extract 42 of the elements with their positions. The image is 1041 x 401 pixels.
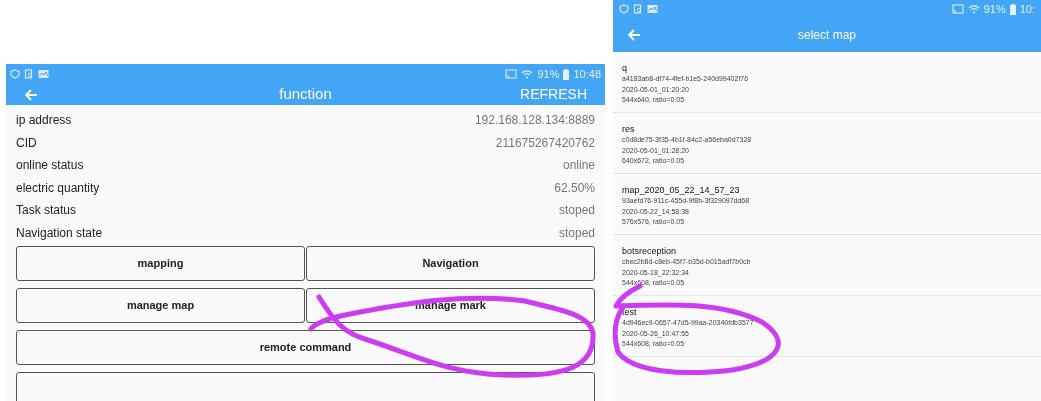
back-arrow-icon[interactable] xyxy=(24,87,38,102)
cast-icon xyxy=(505,69,518,79)
info-value: 62.50% xyxy=(554,179,595,197)
image-icon xyxy=(647,4,658,14)
map-name: q xyxy=(622,62,627,74)
function-button[interactable]: manage map xyxy=(16,288,305,323)
shield-icon xyxy=(10,69,20,79)
document-search-icon xyxy=(633,4,643,14)
info-label: Task status xyxy=(16,202,77,220)
back-arrow-icon[interactable] xyxy=(627,28,641,42)
clock-time: 10:48 xyxy=(573,66,601,82)
map-name: botsreception xyxy=(622,245,677,257)
image-icon xyxy=(38,69,49,79)
info-label: Navigation state xyxy=(16,224,103,242)
battery-icon xyxy=(1009,3,1016,15)
battery-percent: 91% xyxy=(537,66,560,82)
info-value: stoped xyxy=(558,202,595,220)
cast-icon xyxy=(951,4,964,14)
document-search-icon xyxy=(24,69,34,79)
battery-icon xyxy=(563,68,570,80)
info-label: ip address xyxy=(16,112,72,130)
screen-title: function xyxy=(279,84,332,105)
info-label: CID xyxy=(16,134,37,152)
function-button[interactable]: mapping xyxy=(16,246,305,281)
info-label: online status xyxy=(16,157,84,175)
info-value: 211675267420762 xyxy=(495,134,595,152)
clock-time: 10: xyxy=(1019,1,1035,17)
info-label: electric quantity xyxy=(16,179,100,197)
map-name: res xyxy=(622,123,635,135)
info-value: stoped xyxy=(558,224,595,242)
info-value: 192.168.128.134:8889 xyxy=(474,112,595,130)
function-button[interactable]: remote command xyxy=(16,330,595,365)
partial-button[interactable] xyxy=(16,372,595,401)
map-name: test xyxy=(622,306,637,318)
info-value: online xyxy=(562,157,595,175)
function-button[interactable]: Navigation xyxy=(306,246,595,281)
wifi-icon xyxy=(967,4,980,14)
map-name: map_2020_05_22_14_57_23 xyxy=(622,184,740,196)
screen-title: select map xyxy=(798,27,856,44)
shield-icon xyxy=(619,4,629,14)
battery-percent: 91% xyxy=(983,1,1006,17)
wifi-icon xyxy=(521,69,534,79)
